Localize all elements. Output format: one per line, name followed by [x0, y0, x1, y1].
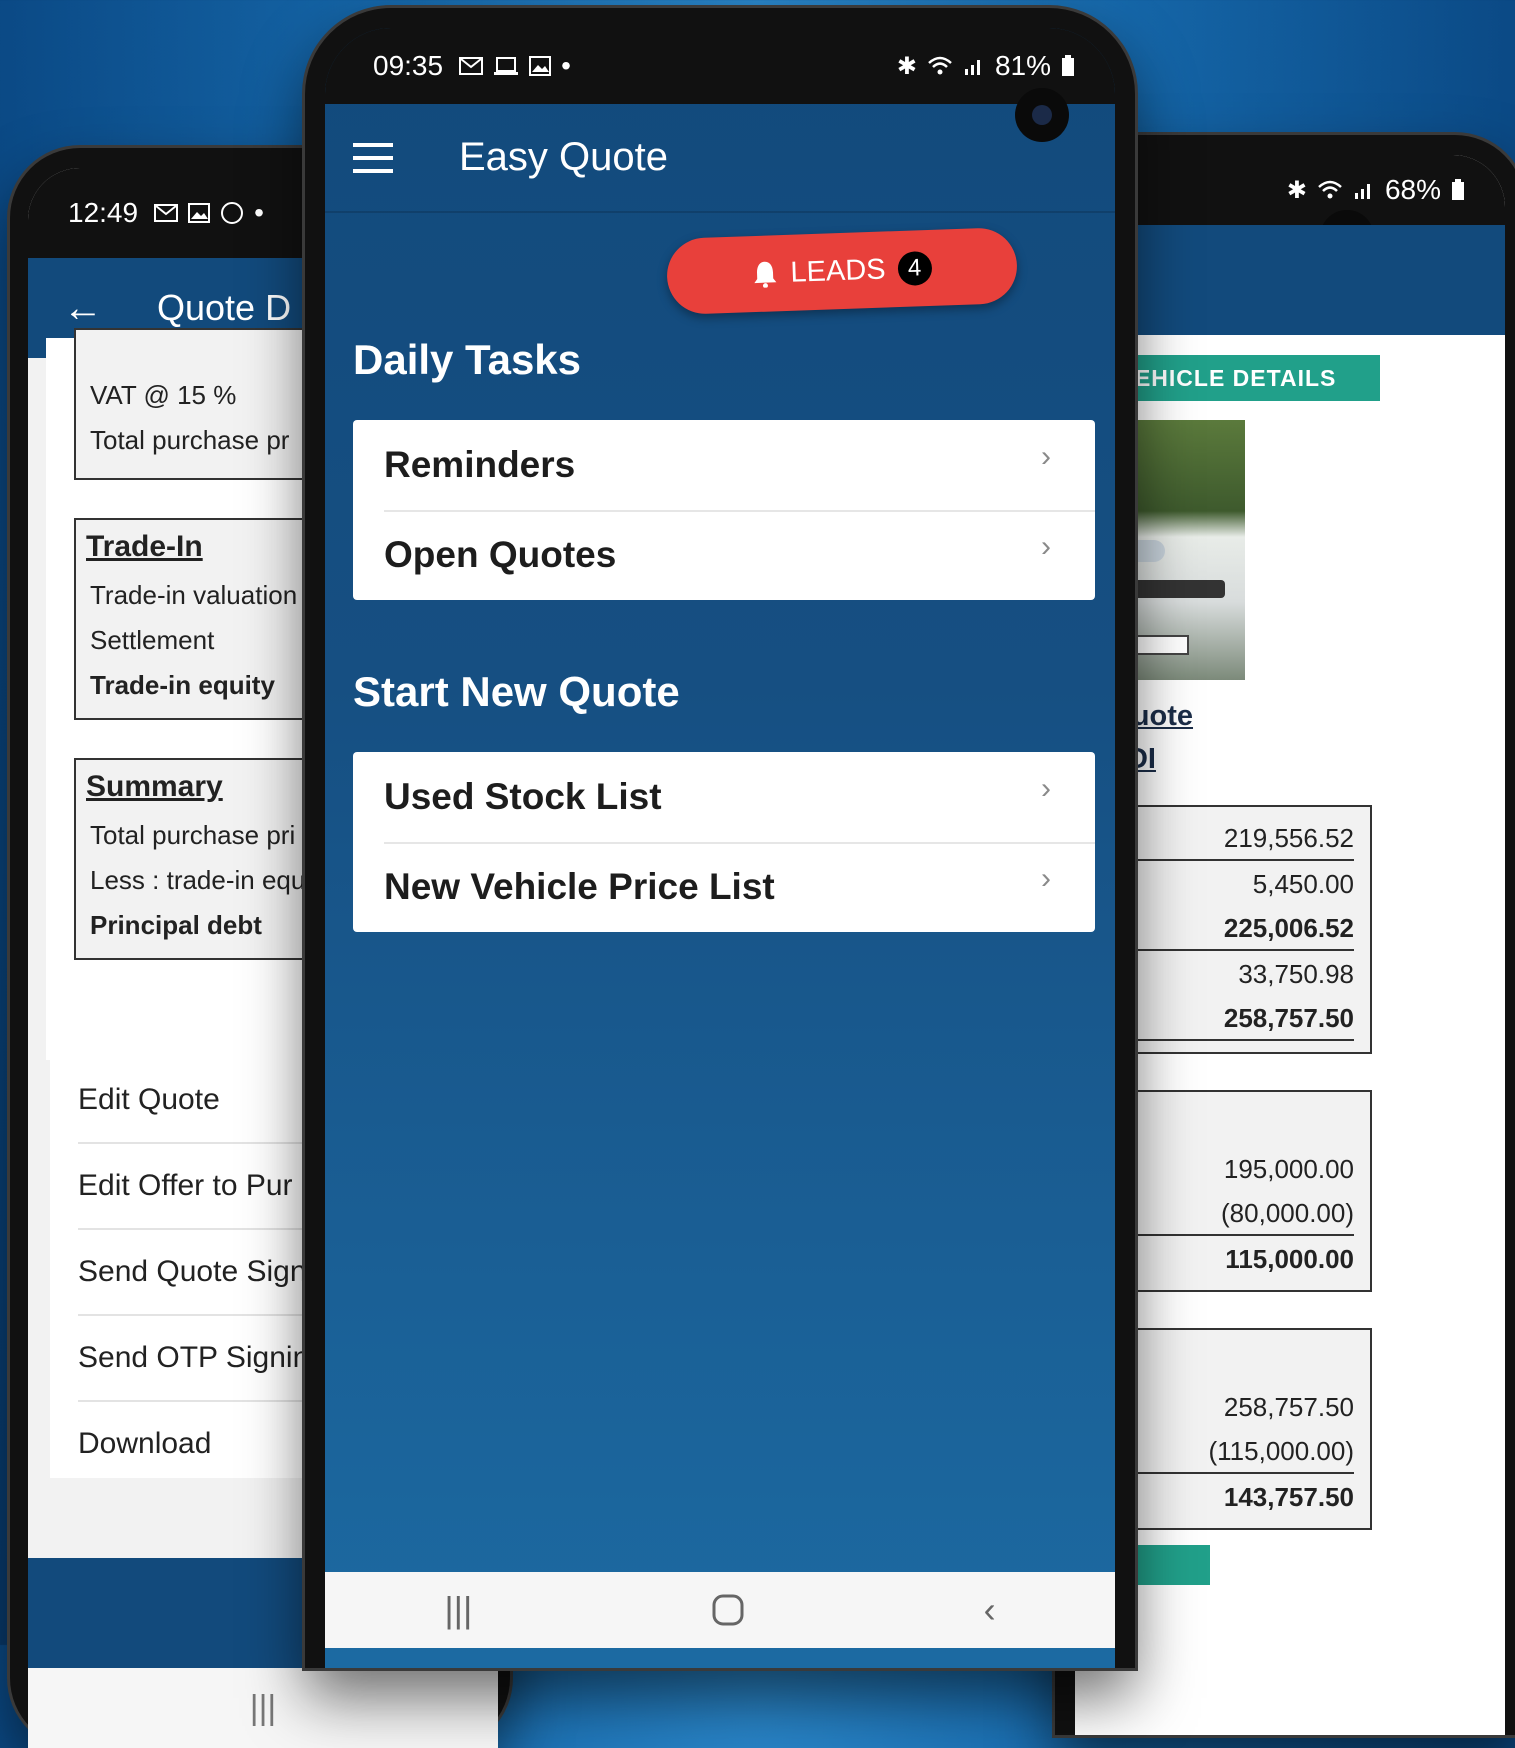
back-icon[interactable]: ‹	[984, 1589, 996, 1631]
leads-count-badge: 4	[896, 250, 933, 287]
open-quotes-label: Open Quotes	[384, 534, 617, 575]
hamburger-icon[interactable]	[353, 141, 393, 175]
summary-value-2: (115,000.00)	[1208, 1436, 1354, 1466]
total-value-1: 219,556.52	[1223, 823, 1354, 853]
left-page-title: Quote D	[157, 287, 292, 328]
trade-in-value-2: (80,000.00)	[1221, 1198, 1354, 1228]
recent-apps-icon[interactable]: |||	[444, 1589, 472, 1631]
center-status-right: ✱ 81%	[897, 50, 1075, 82]
leads-label: LEADS	[789, 252, 887, 289]
dot-icon: •	[254, 197, 264, 228]
app-title: Easy Quote	[459, 135, 669, 179]
center-status-left: 09:35 •	[373, 50, 571, 82]
bluetooth-icon: ✱	[1286, 176, 1307, 204]
trade-in-value-1: 195,000.00	[1223, 1154, 1354, 1184]
app-bar-divider	[325, 211, 1115, 213]
summary-heading: Summary	[86, 770, 223, 803]
battery-icon	[1452, 179, 1464, 200]
total-value-4: 33,750.98	[1238, 959, 1354, 989]
image-icon	[188, 203, 211, 223]
right-app-bar: te	[1075, 225, 1505, 335]
new-vehicle-price-list-item[interactable]: New Vehicle Price List ›	[353, 842, 1095, 932]
image-icon	[529, 56, 552, 76]
chevron-right-icon: ›	[1041, 862, 1051, 895]
right-screen: ✱ 68% te VEHICLE DETAILS le Quote .9 TDI…	[1075, 155, 1505, 1735]
daily-tasks-list: Reminders › Open Quotes ›	[353, 420, 1095, 600]
total-value-5: 258,757.50	[1223, 1003, 1354, 1033]
total-value-3: 225,006.52	[1223, 913, 1354, 943]
daily-tasks-heading: Daily Tasks	[353, 336, 582, 383]
right-battery-text: 68%	[1384, 174, 1441, 205]
laptop-icon	[494, 57, 519, 75]
center-status-bar: 09:35 • ✱ 81%	[325, 28, 1115, 104]
reminders-item[interactable]: Reminders ›	[353, 420, 1095, 510]
left-status-icons: •	[154, 197, 264, 229]
trade-in-valuation-row: Trade-in valuation	[90, 580, 298, 610]
used-stock-list-item[interactable]: Used Stock List ›	[353, 752, 1095, 842]
summary-total-row: Total purchase pri	[90, 820, 296, 850]
trade-in-equity-row: Trade-in equity	[90, 670, 275, 700]
summary-less-row: Less : trade-in equ	[90, 865, 306, 895]
center-nav-bar: ||| ‹	[325, 1572, 1115, 1648]
open-quotes-item[interactable]: Open Quotes ›	[353, 510, 1095, 600]
bluetooth-icon: ✱	[896, 52, 917, 80]
wifi-icon	[928, 56, 952, 75]
chevron-right-icon: ›	[1041, 772, 1051, 805]
signal-icon	[1354, 184, 1370, 199]
dot-icon: •	[561, 50, 571, 81]
right-status-bar: ✱ 68%	[1075, 155, 1505, 225]
right-status-icons: ✱ 68%	[1287, 174, 1465, 206]
chevron-right-icon: ›	[1041, 440, 1051, 473]
chevron-right-icon: ›	[1041, 530, 1051, 563]
bell-icon	[754, 261, 777, 289]
center-phone: 09:35 • ✱ 81% Easy Quote LEADS 4 Daily T…	[305, 8, 1135, 1668]
leads-button[interactable]: LEADS 4	[665, 226, 1019, 316]
start-new-quote-heading: Start New Quote	[353, 668, 680, 715]
whatsapp-icon	[221, 202, 244, 224]
recent-apps-icon[interactable]: |||	[250, 1689, 277, 1728]
left-status-time: 12:49	[68, 197, 139, 228]
summary-value-1: 258,757.50	[1223, 1392, 1354, 1422]
center-app-bar: Easy Quote	[325, 104, 1115, 211]
used-stock-list-label: Used Stock List	[384, 776, 662, 817]
center-screen: 09:35 • ✱ 81% Easy Quote LEADS 4 Daily T…	[325, 28, 1115, 1668]
total-value-2: 5,450.00	[1252, 869, 1354, 899]
arrow-left-icon[interactable]: ←	[63, 286, 103, 331]
reminders-label: Reminders	[384, 444, 576, 485]
left-nav-bar: |||	[28, 1668, 498, 1748]
principal-debt-row: Principal debt	[90, 910, 262, 940]
trade-in-value-3: 115,000.00	[1225, 1244, 1354, 1274]
start-new-quote-list: Used Stock List › New Vehicle Price List…	[353, 752, 1095, 932]
center-status-time: 09:35	[373, 50, 444, 81]
total-purchase-row: Total purchase pr	[90, 425, 290, 455]
trade-in-heading: Trade-In	[86, 530, 203, 563]
home-icon[interactable]	[711, 1593, 745, 1627]
mail-icon	[154, 204, 179, 222]
wifi-icon	[1318, 180, 1342, 199]
summary-value-3: 143,757.50	[1223, 1482, 1354, 1512]
battery-icon	[1062, 55, 1074, 76]
center-battery-text: 81%	[994, 50, 1051, 81]
mail-icon	[459, 57, 484, 75]
vat-row: VAT @ 15 %	[90, 380, 237, 410]
settlement-row: Settlement	[90, 625, 215, 655]
signal-icon	[964, 60, 980, 75]
new-vehicle-price-list-label: New Vehicle Price List	[384, 866, 775, 907]
